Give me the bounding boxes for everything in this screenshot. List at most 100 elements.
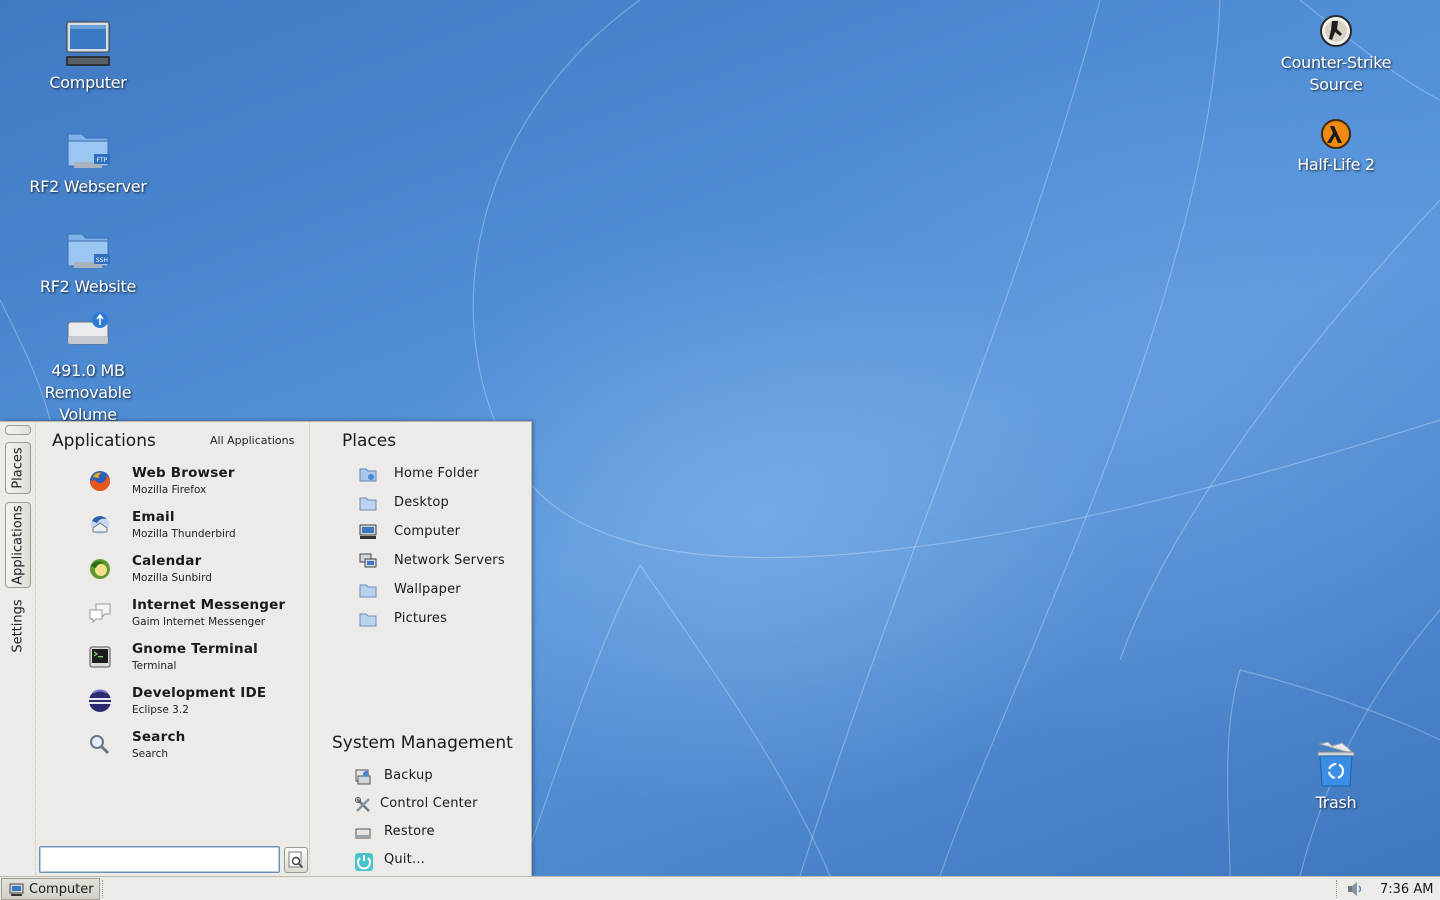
clock[interactable]: 7:36 AM	[1380, 882, 1433, 897]
folder-icon	[359, 582, 377, 598]
computer-icon	[64, 20, 112, 68]
desktop-icon-label: Computer	[49, 73, 127, 92]
desktop-icon-removable-volume[interactable]: 491.0 MB Removable Volume	[23, 308, 153, 426]
app-name: Search	[132, 729, 186, 745]
place-name: Pictures	[394, 611, 448, 626]
app-name: Email	[132, 509, 175, 525]
tray-separator	[1336, 880, 1340, 898]
place-item-desktop[interactable]: Desktop	[355, 491, 525, 517]
system-item-name: Control Center	[380, 796, 478, 811]
menu-search-button[interactable]	[284, 847, 308, 873]
app-name: Development IDE	[132, 685, 267, 701]
app-item-gnome-terminal[interactable]: Gnome Terminal Terminal	[81, 638, 307, 680]
desktop-icon-rf2-website[interactable]: SSH RF2 Website	[23, 224, 153, 298]
network-icon	[359, 553, 377, 569]
system-item-control-center[interactable]: Control Center	[351, 792, 531, 818]
sunbird-icon	[87, 556, 113, 582]
app-subtitle: Eclipse 3.2	[132, 704, 189, 716]
tab-label: Settings	[10, 599, 26, 653]
place-name: Computer	[394, 524, 461, 539]
tab-label: Applications	[10, 505, 26, 585]
app-subtitle: Gaim Internet Messenger	[132, 616, 266, 628]
ftp-folder-icon: FTP	[64, 124, 112, 172]
ftp-badge: FTP	[97, 157, 108, 164]
place-item-pictures[interactable]: Pictures	[355, 607, 525, 633]
app-name: Calendar	[132, 553, 202, 569]
menu-side-tabs: Places Applications Settings	[0, 422, 36, 877]
desktop-icon-label: Counter-Strike Source	[1280, 53, 1392, 94]
all-applications-link[interactable]: All Applications	[210, 434, 294, 447]
app-item-internet-messenger[interactable]: Internet Messenger Gaim Internet Messeng…	[81, 594, 307, 636]
place-name: Desktop	[394, 495, 450, 510]
menu-search-input[interactable]	[39, 846, 280, 873]
terminal-icon	[87, 644, 113, 670]
system-item-name: Restore	[384, 824, 435, 839]
tab-applications[interactable]: Applications	[5, 502, 31, 588]
app-subtitle: Mozilla Firefox	[132, 484, 207, 496]
app-subtitle: Search	[132, 748, 169, 760]
place-item-home-folder[interactable]: Home Folder	[355, 462, 525, 488]
desktop-icon-label: Half-Life 2	[1297, 155, 1375, 174]
computer-menu-button[interactable]: Computer	[1, 878, 100, 900]
computer-icon	[9, 882, 24, 896]
app-subtitle: Mozilla Sunbird	[132, 572, 212, 584]
tab-label: Places	[10, 447, 26, 489]
bottom-panel: Computer 7:36 AM	[0, 876, 1440, 900]
quit-icon	[354, 852, 374, 872]
search-icon	[288, 851, 304, 869]
place-item-wallpaper[interactable]: Wallpaper	[355, 578, 525, 604]
ssh-badge: SSH	[96, 257, 108, 264]
folder-icon	[359, 495, 377, 511]
tab-settings[interactable]: Settings	[5, 594, 31, 658]
thunderbird-icon	[87, 512, 113, 538]
tab-blank[interactable]	[5, 425, 31, 435]
system-management-title: System Management	[332, 733, 513, 753]
place-item-network-servers[interactable]: Network Servers	[355, 549, 525, 575]
system-item-backup[interactable]: Backup	[351, 764, 531, 790]
app-subtitle: Mozilla Thunderbird	[132, 528, 236, 540]
desktop-icon-label: RF2 Webserver	[29, 177, 147, 196]
chat-icon	[87, 600, 113, 626]
place-name: Home Folder	[394, 466, 479, 481]
applications-section: Applications All Applications Web Browse…	[37, 422, 310, 877]
desktop-icon-half-life-2[interactable]: Half-Life 2	[1271, 118, 1401, 176]
app-subtitle: Terminal	[132, 660, 177, 672]
computer-icon	[359, 524, 377, 540]
system-item-name: Quit...	[384, 852, 425, 867]
desktop-icon-label: RF2 Website	[39, 277, 137, 296]
system-item-quit[interactable]: Quit...	[351, 848, 531, 874]
desktop-icon-trash[interactable]: Trash	[1271, 740, 1401, 814]
half-life-icon	[1320, 118, 1352, 150]
search-icon	[87, 732, 113, 758]
applications-title: Applications	[52, 431, 156, 451]
desktop-icon-computer[interactable]: Computer	[23, 20, 153, 94]
restore-icon	[354, 824, 372, 842]
home-folder-icon	[359, 466, 377, 482]
volume-icon[interactable]	[1346, 881, 1364, 897]
desktop-icon-counter-strike[interactable]: Counter-Strike Source	[1271, 14, 1401, 96]
desktop-icon-rf2-webserver[interactable]: FTP RF2 Webserver	[23, 124, 153, 198]
system-item-name: Backup	[384, 768, 433, 783]
panel-separator	[102, 880, 106, 898]
app-item-web-browser[interactable]: Web Browser Mozilla Firefox	[81, 462, 307, 504]
tab-places[interactable]: Places	[5, 442, 31, 494]
desktop-icon-label: 491.0 MB Removable Volume	[44, 361, 132, 424]
app-name: Internet Messenger	[132, 597, 286, 613]
places-title: Places	[342, 431, 397, 451]
ssh-folder-icon: SSH	[64, 224, 112, 272]
desktop-icon-label: Trash	[1315, 793, 1357, 812]
app-item-calendar[interactable]: Calendar Mozilla Sunbird	[81, 550, 307, 592]
app-item-search[interactable]: Search Search	[81, 726, 307, 768]
counter-strike-icon	[1319, 14, 1353, 48]
usb-drive-icon	[64, 308, 112, 356]
backup-icon	[354, 768, 372, 786]
place-name: Network Servers	[394, 553, 505, 568]
places-section: Places Home Folder Desktop Computer Netw…	[311, 422, 531, 877]
app-name: Web Browser	[132, 465, 235, 481]
app-item-development-ide[interactable]: Development IDE Eclipse 3.2	[81, 682, 307, 724]
system-item-restore[interactable]: Restore	[351, 820, 531, 846]
place-item-computer[interactable]: Computer	[355, 520, 525, 546]
app-item-email[interactable]: Email Mozilla Thunderbird	[81, 506, 307, 548]
tools-icon	[354, 796, 372, 814]
place-name: Wallpaper	[394, 582, 461, 597]
